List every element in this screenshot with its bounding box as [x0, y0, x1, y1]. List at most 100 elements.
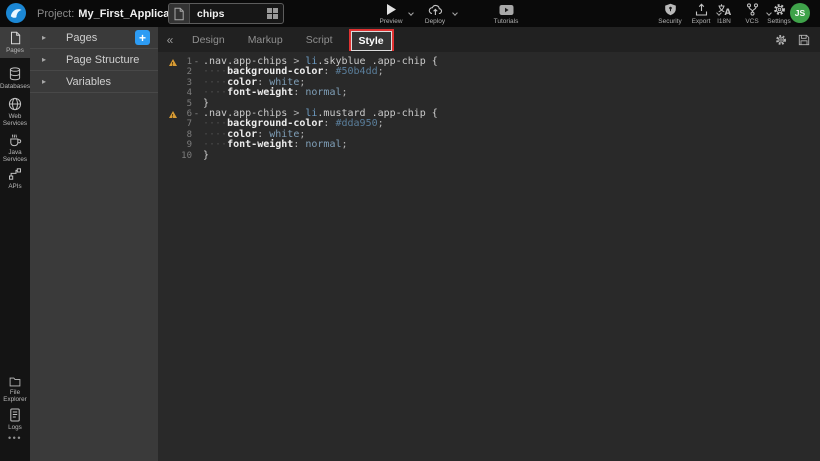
- line-number: 4: [181, 88, 192, 98]
- i18n-button[interactable]: A I18N: [711, 3, 737, 26]
- line-number: 1: [181, 57, 192, 67]
- pages-panel: ▸ Pages + ▸ Page Structure ▸ Variables: [30, 27, 158, 461]
- panel-section-pages[interactable]: ▸ Pages +: [30, 27, 158, 49]
- tab-style[interactable]: Style: [351, 31, 392, 51]
- code-line[interactable]: 9····font-weight: normal;: [168, 140, 820, 150]
- action-label: Export: [692, 18, 711, 25]
- sidebar-item-label: File Explorer: [0, 389, 30, 403]
- line-number: 3: [181, 78, 192, 88]
- line-number: 7: [181, 119, 192, 129]
- editor-settings-button[interactable]: [775, 34, 787, 46]
- folder-icon: [8, 376, 22, 387]
- page-tab-label: chips: [190, 8, 261, 20]
- panel-section-label: Page Structure: [66, 54, 139, 66]
- project-label: Project:: [37, 8, 74, 20]
- left-icon-sidebar: Pages Databases Web Services Java S: [0, 27, 30, 461]
- line-number: 5: [181, 99, 192, 109]
- annotation-highlight-box: Style: [349, 29, 394, 51]
- action-label: VCS: [745, 18, 758, 25]
- top-bar: Project: My_First_Application › chips: [0, 0, 820, 27]
- line-number: 2: [181, 67, 192, 77]
- tutorials-button[interactable]: Tutorials: [488, 3, 524, 26]
- action-label: I18N: [717, 18, 731, 25]
- code-text: ····font-weight: normal;: [203, 140, 348, 150]
- sidebar-item-label: Web Services: [0, 113, 30, 127]
- sidebar-item-file-explorer[interactable]: File Explorer: [0, 372, 30, 403]
- collapse-panel-button[interactable]: «: [164, 33, 176, 47]
- tab-design[interactable]: Design: [185, 31, 232, 49]
- sidebar-item-apis[interactable]: APIs: [0, 163, 30, 191]
- sidebar-item-logs[interactable]: Logs: [0, 404, 30, 431]
- expand-arrow-icon[interactable]: ▸: [42, 77, 50, 86]
- sidebar-item-label: Logs: [8, 424, 22, 431]
- sidebar-item-label: Pages: [6, 47, 24, 54]
- line-number: 6: [181, 109, 192, 119]
- gear-icon: [775, 34, 787, 46]
- save-button[interactable]: [798, 34, 810, 46]
- page-switcher-grid-icon[interactable]: [261, 8, 283, 19]
- expand-arrow-icon[interactable]: ▸: [42, 55, 50, 64]
- preview-button[interactable]: Preview: [372, 3, 410, 26]
- action-label: Deploy: [425, 18, 445, 25]
- sidebar-item-databases[interactable]: Databases: [0, 63, 30, 91]
- translate-icon: A: [717, 3, 731, 16]
- git-branch-icon: [745, 3, 759, 16]
- api-nodes-icon: [8, 167, 22, 181]
- app-window: Project: My_First_Application › chips: [0, 0, 820, 461]
- panel-section-page-structure[interactable]: ▸ Page Structure: [30, 49, 158, 71]
- line-number: 10: [181, 151, 192, 161]
- expand-arrow-icon[interactable]: ▸: [42, 33, 50, 42]
- save-floppy-icon: [798, 34, 810, 46]
- sidebar-item-java-services[interactable]: Java Services: [0, 129, 30, 163]
- fold-toggle[interactable]: -: [192, 109, 201, 119]
- panel-section-label: Variables: [66, 76, 111, 88]
- fold-toggle[interactable]: -: [192, 57, 201, 67]
- gear-icon: [773, 3, 786, 16]
- action-label: Tutorials: [494, 18, 519, 25]
- tab-markup[interactable]: Markup: [241, 31, 290, 49]
- wavemaker-logo-icon[interactable]: [6, 3, 26, 23]
- sidebar-item-web-services[interactable]: Web Services: [0, 93, 30, 128]
- action-label: Preview: [379, 18, 402, 25]
- editor-area: « Design Markup Script Style: [158, 27, 820, 461]
- shield-icon: [664, 3, 677, 16]
- logs-document-icon: [9, 408, 21, 422]
- play-icon: [385, 3, 397, 16]
- export-arrow-icon: [695, 3, 708, 16]
- panel-section-label: Pages: [66, 32, 97, 44]
- code-text: ····font-weight: normal;: [203, 88, 348, 98]
- chevron-down-icon[interactable]: [408, 10, 414, 16]
- style-code-editor[interactable]: 1-.nav.app-chips > li.skyblue .app-chip …: [158, 52, 820, 461]
- user-avatar[interactable]: JS: [790, 3, 810, 23]
- svg-text:A: A: [725, 8, 732, 16]
- video-tutorials-icon: [499, 3, 514, 16]
- code-text: }: [203, 151, 209, 161]
- add-page-button[interactable]: +: [135, 30, 150, 45]
- sidebar-item-label: Databases: [0, 83, 30, 90]
- editor-tab-bar: « Design Markup Script Style: [158, 27, 820, 52]
- code-line[interactable]: 4 ····font-weight: normal;: [168, 88, 820, 98]
- sidebar-item-label: Java Services: [0, 149, 30, 163]
- code-editor-lines: 1-.nav.app-chips > li.skyblue .app-chip …: [168, 57, 820, 161]
- warning-icon: [168, 111, 181, 118]
- warning-icon: [168, 59, 181, 66]
- line-number: 8: [181, 130, 192, 140]
- sidebar-item-label: APIs: [8, 183, 21, 190]
- coffee-cup-icon: [8, 133, 22, 147]
- chevron-down-icon[interactable]: [452, 10, 458, 16]
- tab-script[interactable]: Script: [299, 31, 340, 49]
- sidebar-item-pages[interactable]: Pages: [0, 27, 30, 58]
- page-file-icon: [169, 4, 190, 23]
- security-button[interactable]: Security: [652, 3, 688, 26]
- action-label: Security: [658, 18, 681, 25]
- deploy-button[interactable]: Deploy: [416, 3, 454, 26]
- code-line[interactable]: 10}: [168, 151, 820, 161]
- action-label: Settings: [767, 18, 791, 25]
- deploy-cloud-icon: [428, 3, 443, 16]
- globe-icon: [8, 97, 22, 111]
- open-page-tab-chips[interactable]: chips: [168, 3, 284, 24]
- pages-icon: [9, 31, 22, 45]
- database-icon: [8, 67, 22, 81]
- sidebar-more-button[interactable]: •••: [0, 433, 30, 443]
- panel-section-variables[interactable]: ▸ Variables: [30, 71, 158, 93]
